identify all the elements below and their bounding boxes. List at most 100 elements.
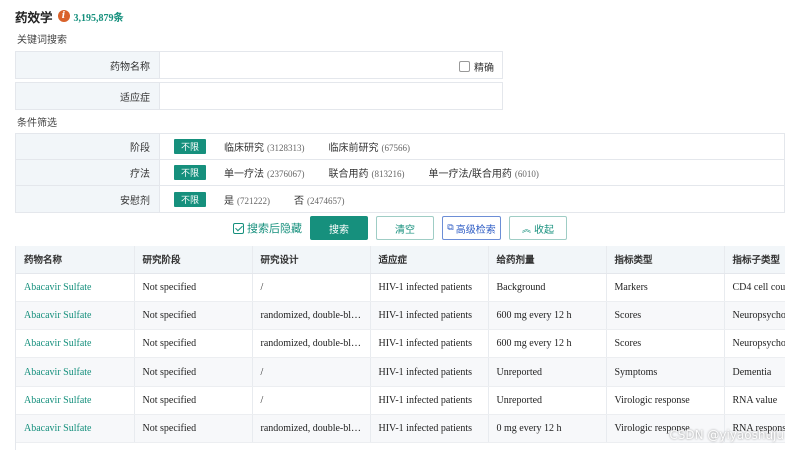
drug-name-link[interactable]: Abacavir Sulfate xyxy=(16,357,135,387)
filter-row-stage: 阶段 不限 临床研究 (3128313) 临床前研究 (67566) xyxy=(16,134,784,160)
filter-row-therapy: 疗法 不限 单一疗法 (2376067) 联合用药 (813216) 单一疗法/联合… xyxy=(16,160,784,186)
table-cell: Neuropsychological xyxy=(724,301,785,331)
drug-name-link[interactable]: Abacavir Sulfate xyxy=(16,329,135,359)
filter-label-placebo: 安慰剂 xyxy=(16,186,160,212)
option-name: 单一疗法/联合用药 xyxy=(428,169,512,180)
table-cell: HIV-1 infected patients xyxy=(370,301,489,331)
table-cell: 600 mg every 12 h xyxy=(488,329,607,359)
filter-label-stage: 阶段 xyxy=(16,134,160,159)
stage-option-preclinical[interactable]: 临床前研究 (67566) xyxy=(329,139,411,154)
table-cell: Unreported xyxy=(488,386,607,415)
advanced-search-icon: ⧉ xyxy=(447,223,454,233)
table-cell: HIV-1 infected patients xyxy=(370,329,489,359)
table-cell: Neuropsychological xyxy=(724,329,785,359)
placebo-option-yes[interactable]: 是 (721222) xyxy=(224,192,270,207)
option-count: (721222) xyxy=(237,195,270,206)
filter-row-placebo: 安慰剂 不限 是 (721222) 否 (2474657) xyxy=(16,186,784,212)
collapse-button[interactable]: ︽ 收起 xyxy=(509,216,567,240)
therapy-option-combo[interactable]: 联合用药 (813216) xyxy=(329,165,405,180)
table-cell: / xyxy=(252,386,371,415)
table-cell: HIV-1 infected patients xyxy=(370,386,489,415)
action-bar: 搜索后隐藏 搜索 清空 ⧉ 高级检索 ︽ 收起 xyxy=(233,216,575,240)
table-cell: HIV-1 infected patients xyxy=(370,414,489,444)
table-row: Abacavir Sulfate Not specified randomize… xyxy=(16,301,785,331)
therapy-all-button[interactable]: 不限 xyxy=(174,165,206,180)
indication-label: 适应症 xyxy=(16,83,160,109)
collapse-label: 收起 xyxy=(534,224,554,236)
table-cell: Virologic response xyxy=(606,386,725,415)
option-count: (3128313) xyxy=(267,143,305,153)
table-cell: Not specified xyxy=(134,301,253,331)
stage-all-button[interactable]: 不限 xyxy=(174,139,206,154)
table-cell: Unreported xyxy=(488,357,607,387)
filter-section-label: 条件筛选 xyxy=(17,118,57,129)
option-count: (2376067) xyxy=(267,169,305,179)
option-count: (2474657) xyxy=(307,195,345,206)
drug-name-link[interactable]: Abacavir Sulfate xyxy=(16,414,135,444)
table-cell: Not specified xyxy=(134,329,253,359)
option-count: (67566) xyxy=(381,143,411,153)
option-name: 否 xyxy=(294,195,304,207)
filter-panel: 阶段 不限 临床研究 (3128313) 临床前研究 (67566) 疗法 不限 单… xyxy=(15,133,785,213)
drug-name-link[interactable]: Abacavir Sulfate xyxy=(16,301,135,331)
table-cell: RNA value xyxy=(724,386,785,415)
table-cell: HIV-1 infected patients xyxy=(370,357,489,387)
results-table: 药物名称 研究阶段 研究设计 适应症 给药剂量 指标类型 指标子类型 Abaca… xyxy=(15,246,785,450)
advanced-search-label: 高级检索 xyxy=(455,224,496,236)
table-cell: randomized, double-blind xyxy=(252,329,371,359)
table-cell: Not specified xyxy=(134,386,253,415)
stage-option-clinical[interactable]: 临床研究 (3128313) xyxy=(224,139,305,154)
table-row: Abacavir Sulfate Not specified / HIV-1 i… xyxy=(16,386,785,415)
option-name: 单一疗法 xyxy=(224,169,264,180)
info-icon[interactable]: i xyxy=(57,10,70,22)
exact-match-label: 精确 xyxy=(474,63,494,74)
table-header-row: 药物名称 研究阶段 研究设计 适应症 给药剂量 指标类型 指标子类型 xyxy=(16,246,785,274)
drug-name-field-row: 药物名称 精确 xyxy=(15,51,503,79)
column-header[interactable]: 药物名称 xyxy=(16,246,135,274)
indication-input[interactable] xyxy=(160,83,502,109)
table-cell: 0 mg every 12 h xyxy=(488,414,607,444)
column-header[interactable]: 适应症 xyxy=(370,246,489,274)
drug-name-input[interactable] xyxy=(160,52,502,78)
column-header[interactable]: 指标类型 xyxy=(606,246,725,274)
drug-name-link[interactable]: Abacavir Sulfate xyxy=(16,386,135,415)
column-header[interactable]: 给药剂量 xyxy=(488,246,607,274)
table-cell: Not specified xyxy=(134,273,253,302)
table-cell: Dementia xyxy=(724,357,785,387)
record-count: 3,195,879条 xyxy=(73,12,124,24)
advanced-search-button[interactable]: ⧉ 高级检索 xyxy=(442,216,501,240)
option-name: 临床前研究 xyxy=(328,143,379,154)
hide-after-search-checkbox[interactable]: 搜索后隐藏 xyxy=(233,220,302,236)
option-count: (6010) xyxy=(514,169,539,179)
table-cell: CD4 cell count xyxy=(724,273,785,302)
table-cell: Not specified xyxy=(134,414,253,444)
option-count: (813216) xyxy=(371,169,405,179)
therapy-option-mono[interactable]: 单一疗法 (2376067) xyxy=(224,165,305,180)
table-cell: Markers xyxy=(606,273,725,302)
placebo-all-button[interactable]: 不限 xyxy=(174,191,206,207)
clear-button[interactable]: 清空 xyxy=(376,216,434,240)
table-cell: Not specified xyxy=(134,357,253,387)
table-cell: Scores xyxy=(606,301,725,331)
placebo-option-no[interactable]: 否 (2474657) xyxy=(294,192,345,207)
checkbox-icon[interactable] xyxy=(459,61,470,72)
checked-box-icon[interactable] xyxy=(233,222,244,234)
chevron-up-icon: ︽ xyxy=(521,224,531,235)
drug-name-link[interactable]: Abacavir Sulfate xyxy=(16,273,135,302)
table-cell: randomized, double-blind xyxy=(252,301,371,331)
table-cell: Symptoms xyxy=(606,357,725,387)
table-cell: / xyxy=(252,357,371,387)
option-name: 联合用药 xyxy=(328,169,369,180)
exact-match-checkbox[interactable]: 精确 xyxy=(459,59,494,74)
table-cell: HIV-1 infected patients xyxy=(370,273,489,302)
table-row: Abacavir Sulfate Not specified / HIV-1 i… xyxy=(16,357,785,387)
column-header[interactable]: 研究阶段 xyxy=(134,246,253,274)
option-name: 是 xyxy=(224,195,234,207)
therapy-option-mono-combo[interactable]: 单一疗法/联合用药 (6010) xyxy=(429,165,539,180)
page-title: 药效学 xyxy=(15,9,53,25)
search-button[interactable]: 搜索 xyxy=(310,216,368,240)
column-header[interactable]: 研究设计 xyxy=(252,246,371,274)
table-row: Abacavir Sulfate Not specified / HIV-1 i… xyxy=(16,273,785,302)
page-header: 药效学 i 3,195,879条 xyxy=(15,8,124,25)
column-header[interactable]: 指标子类型 xyxy=(724,246,785,274)
